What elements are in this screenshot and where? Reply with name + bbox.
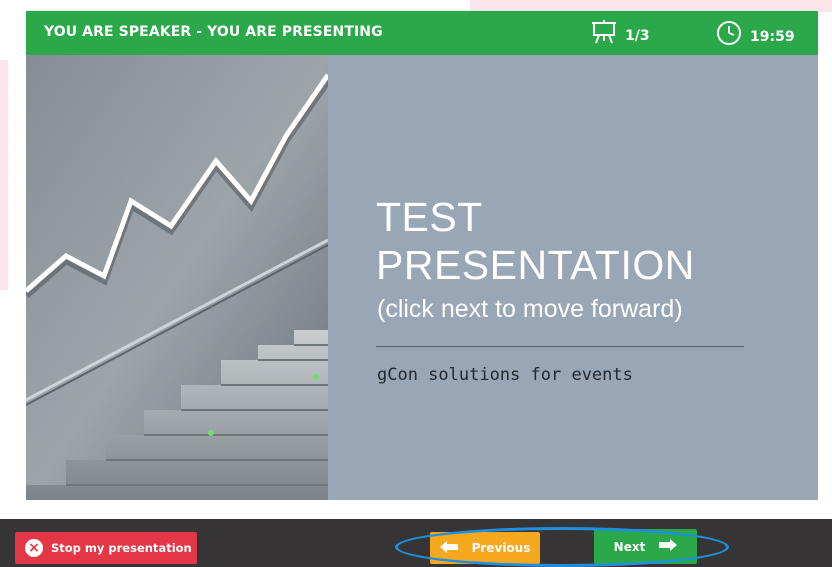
timer-value: 19:59 (750, 28, 795, 45)
previous-slide-button[interactable]: Previous (430, 532, 540, 564)
stop-presentation-label: Stop my presentation (51, 541, 192, 555)
arrow-right-icon (659, 539, 678, 554)
slide-tagline: gCon solutions for events (377, 365, 633, 385)
slide-title-line-2: PRESENTATION (376, 242, 695, 288)
slide-title: TEST PRESENTATION (376, 193, 695, 289)
arrow-left-icon (439, 540, 458, 556)
presenter-status-text: YOU ARE SPEAKER - YOU ARE PRESENTING (44, 24, 383, 40)
slide-counter: 1/3 (591, 20, 650, 48)
next-slide-label: Next (613, 539, 646, 554)
stop-presentation-button[interactable]: × Stop my presentation (15, 532, 197, 564)
rising-line-stairs-photo (26, 55, 328, 500)
presenter-status-bar: YOU ARE SPEAKER - YOU ARE PRESENTING 1/3 (26, 11, 818, 55)
close-circle-icon: × (25, 539, 43, 557)
clock-icon (716, 20, 742, 50)
next-slide-button[interactable]: Next (594, 529, 697, 564)
current-slide: TEST PRESENTATION (click next to move fo… (26, 55, 818, 500)
slide-counter-value: 1/3 (625, 27, 650, 44)
background-accent-left (0, 60, 8, 290)
presentation-controls-bar: × Stop my presentation Previous Next (0, 519, 832, 567)
presentation-board-icon (591, 20, 617, 48)
slide-title-line-1: TEST (376, 194, 483, 240)
previous-slide-label: Previous (471, 541, 531, 555)
slide-divider (376, 346, 744, 347)
presentation-timer: 19:59 (716, 20, 795, 50)
presentation-frame: YOU ARE SPEAKER - YOU ARE PRESENTING 1/3 (26, 11, 818, 500)
slide-subtitle: (click next to move forward) (377, 295, 683, 323)
